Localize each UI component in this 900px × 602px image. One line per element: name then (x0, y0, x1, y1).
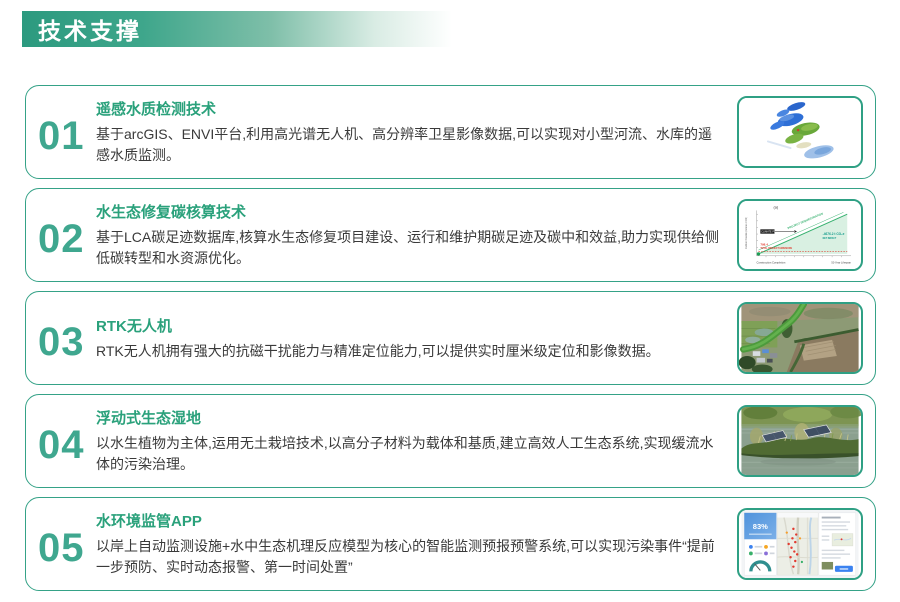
card-title: 浮动式生态湿地 (96, 407, 721, 428)
chart-caption-left: Construction Completion (757, 260, 786, 264)
emissions-value: 798.4 (760, 242, 768, 246)
floating-wetland-illustration (739, 407, 861, 475)
app-map-panel (777, 513, 818, 575)
card-description: 以水生植物为主体,运用无土栽培技术,以高分子材料为载体和基质,建立高效人工生态系… (96, 433, 721, 475)
card-description: 基于arcGIS、ENVI平台,利用高光谱无人机、高分辨率卫星影像数据,可以实现… (96, 124, 721, 166)
card-title: 遥感水质检测技术 (96, 98, 721, 119)
chart-start-dot (757, 252, 760, 255)
wetland-photo-thumbnail (737, 405, 863, 477)
card-title: 水生态修复碳核算技术 (96, 201, 721, 222)
chart-panel-label: (a) (774, 206, 779, 210)
card-number: 01 (38, 116, 96, 156)
carbon-accounting-chart: (a) Carbon Dioxide (tonnes CO2) PROJECT … (739, 201, 861, 269)
tech-card-04: 04 浮动式生态湿地 以水生植物为主体,运用无土栽培技术,以高分子材料为载体和基… (25, 394, 876, 488)
emissions-label: TOTAL PROJECT EMISSIONS (760, 247, 792, 250)
tech-card-01: 01 遥感水质检测技术 基于arcGIS、ENVI平台,利用高光谱无人机、高分辨… (25, 85, 876, 179)
net-impact-label: NET IMPACT (823, 237, 837, 240)
aerial-photo-thumbnail (737, 302, 863, 374)
card-description: 基于LCA碳足迹数据库,核算水生态修复项目建设、运行和维护期碳足迹及碳中和效益,… (96, 227, 721, 269)
remote-sensing-map-thumbnail (737, 96, 863, 168)
card-title: 水环境监管APP (96, 510, 721, 531)
card-content: 遥感水质检测技术 基于arcGIS、ENVI平台,利用高光谱无人机、高分辨率卫星… (96, 98, 737, 166)
aerial-farmland-illustration (739, 304, 861, 372)
card-title: RTK无人机 (96, 315, 721, 336)
card-content: 水生态修复碳核算技术 基于LCA碳足迹数据库,核算水生态修复项目建设、运行和维护… (96, 201, 737, 269)
tech-card-05: 05 水环境监管APP 以岸上自动监测设施+水中生态机理反应模型为核心的智能监测… (25, 497, 876, 591)
card-content: 浮动式生态湿地 以水生植物为主体,运用无土栽培技术,以高分子材料为载体和基质,建… (96, 407, 737, 475)
tech-support-page: 技术支撑 01 遥感水质检测技术 基于arcGIS、ENVI平台,利用高光谱无人… (0, 0, 900, 602)
chart-y-axis-label: Carbon Dioxide (tonnes CO2) (745, 217, 748, 249)
card-description: 以岸上自动监测设施+水中生态机理反应模型为核心的智能监测预报预警系统,可以实现污… (96, 536, 721, 578)
card-number: 03 (38, 322, 96, 362)
page-title: 技术支撑 (22, 12, 142, 46)
card-number: 02 (38, 219, 96, 259)
climate-positive-label: CLIMATE POSITIVE (761, 231, 784, 234)
app-screenshot-thumbnail: 83% (737, 508, 863, 580)
card-number: 04 (38, 425, 96, 465)
card-content: RTK无人机 RTK无人机拥有强大的抗磁干扰能力与精准定位能力,可以提供实时厘米… (96, 315, 737, 362)
section-header-banner: 技术支撑 (22, 11, 452, 47)
app-left-panel: 83% (744, 513, 776, 575)
tech-card-02: 02 水生态修复碳核算技术 基于LCA碳足迹数据库,核算水生态修复项目建设、运行… (25, 188, 876, 282)
card-content: 水环境监管APP 以岸上自动监测设施+水中生态机理反应模型为核心的智能监测预报预… (96, 510, 737, 578)
card-number: 05 (38, 528, 96, 568)
app-detail-panel (819, 513, 856, 575)
tech-card-list: 01 遥感水质检测技术 基于arcGIS、ENVI平台,利用高光谱无人机、高分辨… (25, 85, 876, 600)
tech-card-03: 03 RTK无人机 RTK无人机拥有强大的抗磁干扰能力与精准定位能力,可以提供实… (25, 291, 876, 385)
card-description: RTK无人机拥有强大的抗磁干扰能力与精准定位能力,可以提供实时厘米级定位和影像数… (96, 341, 721, 362)
chart-caption-right: 50 Year Lifespan (831, 260, 851, 264)
water-quality-gauge-value: 83% (753, 522, 768, 531)
lake-map-illustration (739, 98, 861, 166)
net-impact-value: -4676.2 t CO₂e (823, 232, 845, 236)
carbon-chart-thumbnail: (a) Carbon Dioxide (tonnes CO2) PROJECT … (737, 199, 863, 271)
monitoring-app-illustration: 83% (739, 510, 861, 578)
map-marker-dot (797, 129, 799, 131)
site-photo-thumb (822, 562, 833, 570)
